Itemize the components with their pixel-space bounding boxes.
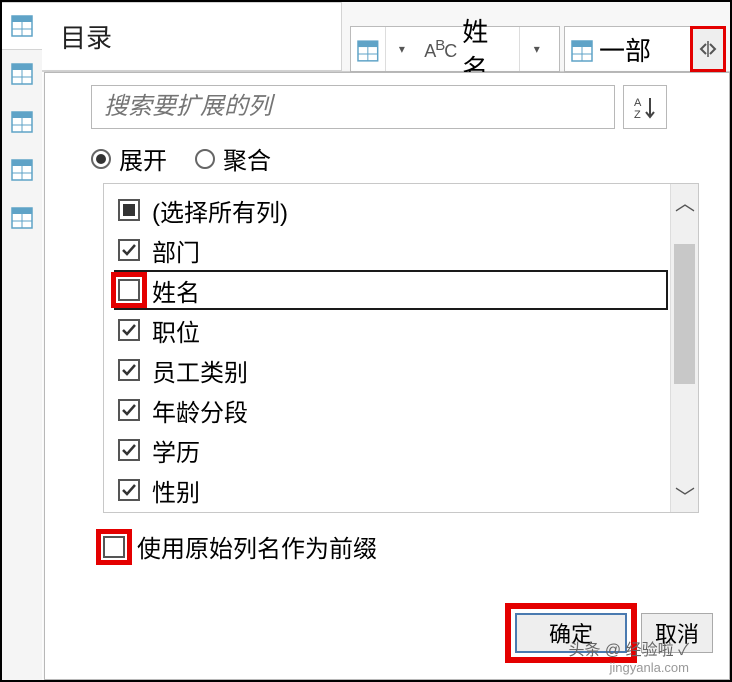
column-list: (选择所有列) 部门 姓名 职位 员工类别 年龄分段 xyxy=(103,183,699,513)
watermark: 头条 @ 经验啦 ✓ jingyanla.com xyxy=(568,636,689,675)
scroll-down-icon[interactable]: ﹀ xyxy=(671,478,699,512)
column-label: 学历 xyxy=(152,433,200,468)
column-row[interactable]: 性别 xyxy=(118,470,668,510)
radio-aggregate-label: 聚合 xyxy=(223,141,271,176)
table-icon xyxy=(11,111,33,133)
tab-table-3[interactable] xyxy=(2,98,42,146)
column-label: 年龄分段 xyxy=(152,393,248,428)
select-all-row[interactable]: (选择所有列) xyxy=(118,190,668,230)
prefix-label: 使用原始列名作为前缀 xyxy=(137,529,377,564)
left-tab-strip xyxy=(2,2,42,680)
column-label: 职位 xyxy=(152,313,200,348)
checkbox-mixed-icon xyxy=(118,199,140,221)
checkbox-icon xyxy=(118,319,140,341)
radio-icon xyxy=(195,149,215,169)
text-type-icon: ABC xyxy=(424,37,456,62)
scroll-up-icon[interactable]: ︿ xyxy=(671,184,699,218)
radio-aggregate[interactable]: 聚合 xyxy=(195,141,271,176)
radio-icon xyxy=(91,149,111,169)
column-label: 部门 xyxy=(152,233,200,268)
sort-button[interactable]: A Z xyxy=(623,85,667,129)
tab-table-2[interactable] xyxy=(2,50,42,98)
mode-radio-group: 展开 聚合 xyxy=(91,141,271,176)
radio-expand-label: 展开 xyxy=(119,141,167,176)
directory-column-header[interactable]: 目录 xyxy=(42,2,342,71)
table-icon xyxy=(357,38,379,60)
watermark-line1: 头条 @ 经验啦 ✓ xyxy=(568,642,689,659)
table-icon xyxy=(11,159,33,181)
checkbox-icon xyxy=(118,479,140,501)
chevron-down-icon[interactable]: ▾ xyxy=(519,27,553,71)
table-icon xyxy=(11,207,33,229)
svg-text:A: A xyxy=(634,97,642,109)
scroll-thumb[interactable] xyxy=(674,244,695,384)
sort-az-icon: A Z xyxy=(632,94,658,120)
radio-expand[interactable]: 展开 xyxy=(91,141,167,176)
column-row[interactable]: 职位 xyxy=(118,310,668,350)
tab-table-1[interactable] xyxy=(2,2,42,50)
checkbox-icon xyxy=(103,536,125,558)
expand-columns-button[interactable] xyxy=(690,26,726,72)
column-label: 性别 xyxy=(152,473,200,508)
svg-text:Z: Z xyxy=(634,109,641,120)
select-all-label: (选择所有列) xyxy=(152,193,288,228)
field-label: 一部 xyxy=(599,31,651,68)
table-icon xyxy=(571,38,593,60)
chevron-down-icon[interactable]: ▾ xyxy=(385,27,419,71)
prefix-checkbox-row[interactable]: 使用原始列名作为前缀 xyxy=(103,529,377,564)
checkbox-icon xyxy=(118,359,140,381)
column-row[interactable]: 部门 xyxy=(118,230,668,270)
watermark-line2: jingyanla.com xyxy=(568,660,689,675)
column-row[interactable]: 年龄分段 xyxy=(118,390,668,430)
tab-table-5[interactable] xyxy=(2,194,42,242)
column-search-input[interactable] xyxy=(91,85,615,129)
column-row[interactable]: 员工类别 xyxy=(118,350,668,390)
field-type-dropdown-name[interactable]: ▾ ABC 姓名 ▾ xyxy=(350,26,560,72)
tab-table-4[interactable] xyxy=(2,146,42,194)
column-label: 姓名 xyxy=(152,273,200,308)
checkbox-icon xyxy=(118,439,140,461)
field-type-dropdown-dept[interactable]: 一部 xyxy=(564,26,694,72)
checkbox-icon xyxy=(118,399,140,421)
table-icon xyxy=(11,63,33,85)
column-row[interactable]: 姓名 xyxy=(114,270,668,310)
column-label: 员工类别 xyxy=(152,353,248,388)
checkbox-icon xyxy=(118,279,140,301)
split-arrows-icon xyxy=(697,38,719,60)
list-scrollbar[interactable]: ︿ ﹀ xyxy=(670,184,698,512)
column-row[interactable]: 学历 xyxy=(118,430,668,470)
table-icon xyxy=(11,15,33,37)
directory-label: 目录 xyxy=(60,18,112,55)
checkbox-icon xyxy=(118,239,140,261)
expand-column-popup: A Z 展开 聚合 (选择所有列) 部门 xyxy=(44,72,730,680)
